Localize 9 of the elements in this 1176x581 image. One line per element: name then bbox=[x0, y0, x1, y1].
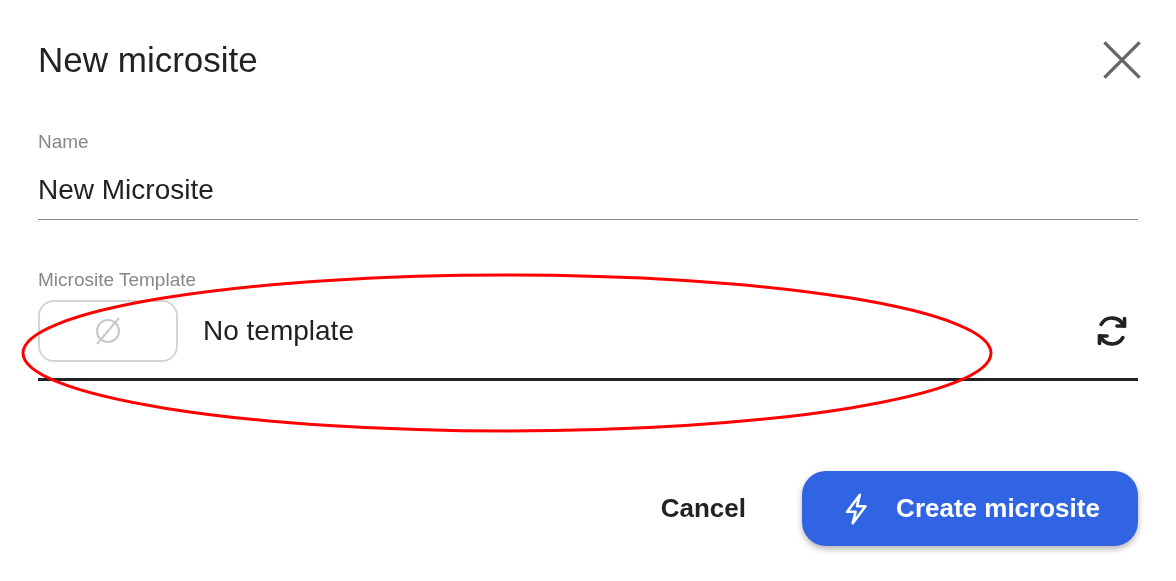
field-label: Name bbox=[38, 130, 90, 154]
name-field[interactable]: New Microsite bbox=[38, 168, 1138, 211]
template-name: No template bbox=[203, 314, 355, 348]
close-icon[interactable] bbox=[1100, 38, 1144, 82]
create-button[interactable]: Create microsite bbox=[802, 471, 1138, 546]
cancel-button[interactable]: Cancel bbox=[660, 489, 746, 528]
field-label: Microsite Template bbox=[38, 267, 198, 292]
template-thumbnail[interactable] bbox=[38, 300, 178, 362]
dialog-title: New microsite bbox=[38, 39, 258, 81]
